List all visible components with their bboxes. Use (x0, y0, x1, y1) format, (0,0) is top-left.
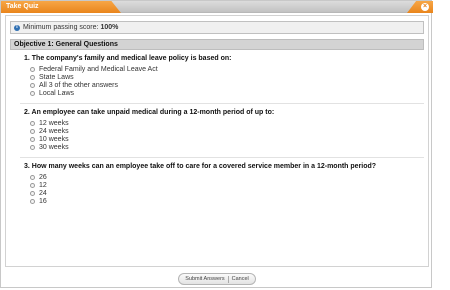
question-text: 2. An employee can take unpaid medical d… (24, 109, 275, 116)
option-label: 24 (39, 189, 47, 197)
option-label: Federal Family and Medical Leave Act (39, 65, 158, 73)
dialog-title: Take Quiz (6, 3, 39, 10)
question-divider (20, 103, 424, 104)
answer-option[interactable]: 12 weeks (24, 119, 424, 127)
answer-option[interactable]: State Laws (24, 73, 424, 81)
min-score-value: 100% (100, 24, 119, 31)
submit-answers-button[interactable]: Submit Answers (185, 276, 224, 282)
title-accent (407, 1, 433, 13)
answer-option[interactable]: 24 (24, 189, 424, 197)
take-quiz-dialog: Take Quiz × i Minimum passing score: 100… (0, 0, 433, 289)
minimum-score-banner: i Minimum passing score: 100% (10, 21, 424, 34)
radio-button[interactable] (30, 82, 35, 88)
option-label: 26 (39, 173, 47, 181)
info-icon: i (14, 24, 20, 31)
answer-option[interactable]: 10 weeks (24, 135, 424, 143)
answer-option[interactable]: 12 (24, 181, 424, 189)
question-text: 3. How many weeks can an employee take o… (24, 163, 377, 170)
answer-option[interactable]: Local Laws (24, 89, 424, 97)
option-label: 12 weeks (39, 119, 69, 127)
radio-button[interactable] (30, 144, 35, 150)
question-1: 1. The company's family and medical leav… (10, 55, 424, 97)
radio-button[interactable] (30, 190, 35, 196)
option-label: All 3 of the other answers (39, 81, 118, 89)
option-label: 12 (39, 181, 47, 189)
quiz-content: i Minimum passing score: 100% Objective … (5, 15, 429, 267)
radio-button[interactable] (30, 136, 35, 142)
option-label: 24 weeks (39, 127, 69, 135)
option-label: 30 weeks (39, 143, 69, 151)
min-score-label: Minimum passing score: (23, 24, 99, 31)
radio-button[interactable] (30, 66, 35, 72)
question-divider (20, 157, 424, 158)
option-label: 10 weeks (39, 135, 69, 143)
answer-option[interactable]: Federal Family and Medical Leave Act (24, 65, 424, 73)
option-label: State Laws (39, 73, 74, 81)
radio-button[interactable] (30, 128, 35, 134)
button-divider (227, 275, 229, 283)
option-label: 16 (39, 197, 47, 205)
dialog-footer: Submit Answers Cancel (1, 269, 433, 289)
cancel-button[interactable]: Cancel (232, 276, 249, 282)
radio-button[interactable] (30, 182, 35, 188)
radio-button[interactable] (30, 174, 35, 180)
answer-option[interactable]: 16 (24, 197, 424, 205)
answer-option[interactable]: 30 weeks (24, 143, 424, 151)
objective-header: Objective 1: General Questions (10, 39, 424, 50)
answer-option[interactable]: All 3 of the other answers (24, 81, 424, 89)
question-2: 2. An employee can take unpaid medical d… (10, 109, 424, 151)
answer-option[interactable]: 24 weeks (24, 127, 424, 135)
question-3: 3. How many weeks can an employee take o… (10, 163, 424, 205)
option-label: Local Laws (39, 89, 75, 97)
radio-button[interactable] (30, 90, 35, 96)
radio-button[interactable] (30, 74, 35, 80)
radio-button[interactable] (30, 198, 35, 204)
close-icon[interactable]: × (421, 3, 429, 11)
title-bar: Take Quiz × (1, 1, 433, 13)
question-text: 1. The company's family and medical leav… (24, 55, 232, 62)
answer-option[interactable]: 26 (24, 173, 424, 181)
action-button-group: Submit Answers Cancel (178, 273, 256, 285)
radio-button[interactable] (30, 120, 35, 126)
